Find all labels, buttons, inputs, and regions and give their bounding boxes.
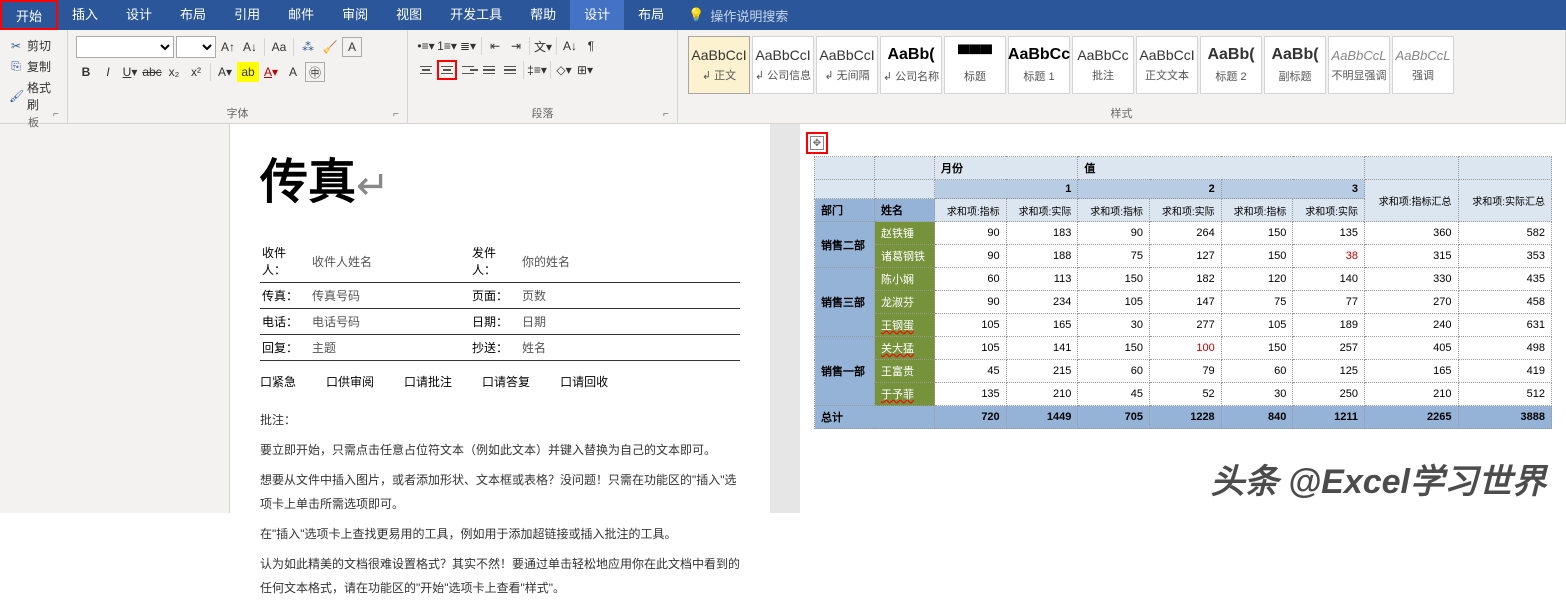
align-right-button[interactable]	[458, 60, 478, 80]
char-shading-button[interactable]: A	[283, 62, 303, 82]
tab-table-design[interactable]: 设计	[570, 0, 624, 30]
tab-review[interactable]: 审阅	[328, 0, 382, 30]
cut-button[interactable]: ✂剪切	[6, 36, 61, 55]
fax-para-3: 在"插入"选项卡上查找更易用的工具，例如用于添加超链接或插入批注的工具。	[260, 522, 740, 546]
fax-body: 批注： 要立即开始，只需点击任意占位符文本（例如此文本）并键入替换为自己的文本即…	[260, 408, 740, 600]
shrink-font-button[interactable]: A↓	[240, 37, 260, 57]
tab-design[interactable]: 设计	[112, 0, 166, 30]
group-styles: AaBbCcI↲ 正文AaBbCcI↲ 公司信息AaBbCcI↲ 无间隔AaBb…	[678, 30, 1566, 123]
style-公司信息[interactable]: AaBbCcI↲ 公司信息	[752, 36, 814, 94]
copy-button[interactable]: ⎘复制	[6, 57, 61, 76]
asian-layout-button[interactable]: 文▾	[533, 36, 553, 56]
note-label: 批注：	[260, 413, 296, 427]
sort-button[interactable]: A↓	[560, 36, 580, 56]
borders-button[interactable]: ⊞▾	[575, 60, 595, 80]
move-icon: ✥	[810, 136, 824, 150]
cursor-icon: ↵	[356, 163, 390, 209]
document-area: 传真 ↵ 收件人：收件人姓名发件人：你的姓名传真：传真号码页面：页数电话：电话号…	[0, 124, 1566, 513]
tab-home[interactable]: 开始	[0, 0, 58, 30]
bold-button[interactable]: B	[76, 62, 96, 82]
style-强调[interactable]: AaBbCcL强调	[1392, 36, 1454, 94]
clipboard-launcher[interactable]: ⌐	[53, 109, 65, 121]
font-family-select[interactable]	[76, 36, 174, 58]
subscript-button[interactable]: x₂	[164, 62, 184, 82]
change-case-button[interactable]: Aa	[269, 37, 289, 57]
tab-help[interactable]: 帮助	[516, 0, 570, 30]
fax-para-2: 想要从文件中插入图片，或者添加形状、文本框或表格？没问题！只需在功能区的"插入"…	[260, 468, 740, 516]
group-font: A↑ A↓ Aa ⁂ 🧹 A B I U▾ abc x₂ x² A▾ ab A▾	[68, 30, 408, 123]
tab-mailings[interactable]: 邮件	[274, 0, 328, 30]
align-justify-button[interactable]	[479, 60, 499, 80]
paragraph-label: 段落	[414, 105, 671, 121]
left-panel	[0, 124, 230, 513]
paragraph-launcher[interactable]: ⌐	[663, 109, 675, 121]
phonetic-button[interactable]: ⁂	[298, 37, 318, 57]
search-placeholder: 操作说明搜索	[710, 6, 788, 25]
bulb-icon: 💡	[688, 7, 704, 23]
increase-indent-button[interactable]: ⇥	[506, 36, 526, 56]
styles-label: 样式	[684, 105, 1559, 121]
group-paragraph: •≡▾ 1≡▾ ≣▾ ⇤ ⇥ 文▾ A↓ ¶ ‡≡▾	[408, 30, 678, 123]
group-clipboard: ✂剪切 ⎘复制 🖌格式刷 板 ⌐	[0, 30, 68, 123]
enclose-char-button[interactable]: ㊥	[305, 62, 325, 82]
style-公司名称[interactable]: AaBb(↲ 公司名称	[880, 36, 942, 94]
style-标题[interactable]: ▀▀▀标题	[944, 36, 1006, 94]
multilevel-button[interactable]: ≣▾	[458, 36, 478, 56]
bullets-button[interactable]: •≡▾	[416, 36, 436, 56]
clear-format-button[interactable]: 🧹	[320, 37, 340, 57]
fax-header-table: 收件人：收件人姓名发件人：你的姓名传真：传真号码页面：页数电话：电话号码日期：日…	[260, 240, 740, 361]
font-label: 字体	[74, 105, 401, 121]
tab-layout[interactable]: 布局	[166, 0, 220, 30]
fax-para-1: 要立即开始，只需点击任意占位符文本（例如此文本）并键入替换为自己的文本即可。	[260, 438, 740, 462]
decrease-indent-button[interactable]: ⇤	[485, 36, 505, 56]
line-spacing-button[interactable]: ‡≡▾	[527, 60, 547, 80]
copy-icon: ⎘	[9, 59, 23, 74]
align-left-button[interactable]	[416, 60, 436, 80]
align-center-button[interactable]	[437, 60, 457, 80]
highlight-button[interactable]: ab	[237, 62, 259, 82]
font-color-button[interactable]: A▾	[261, 62, 281, 82]
style-无间隔[interactable]: AaBbCcI↲ 无间隔	[816, 36, 878, 94]
font-size-select[interactable]	[176, 36, 216, 58]
style-标题 1[interactable]: AaBbCc标题 1	[1008, 36, 1070, 94]
style-批注[interactable]: AaBbCc批注	[1072, 36, 1134, 94]
grow-font-button[interactable]: A↑	[218, 37, 238, 57]
underline-button[interactable]: U▾	[120, 62, 140, 82]
style-副标题[interactable]: AaBb(副标题	[1264, 36, 1326, 94]
scissors-icon: ✂	[9, 39, 23, 53]
watermark: 头条 @Excel学习世界	[1211, 454, 1546, 503]
style-不明显强调[interactable]: AaBbCcL不明显强调	[1328, 36, 1390, 94]
ribbon-content: ✂剪切 ⎘复制 🖌格式刷 板 ⌐ A↑ A↓ Aa ⁂ 🧹 A B I	[0, 30, 1566, 124]
align-distribute-button[interactable]	[500, 60, 520, 80]
fax-para-4: 认为如此精美的文档很难设置格式？其实不然！要通过单击轻松地应用你在此文档中看到的…	[260, 552, 740, 600]
tab-insert[interactable]: 插入	[58, 0, 112, 30]
char-border-button[interactable]: A	[342, 37, 362, 57]
style-标题 2[interactable]: AaBb(标题 2	[1200, 36, 1262, 94]
pivot-table[interactable]: 月份值123求和项:指标汇总求和项:实际汇总部门姓名求和项:指标求和项:实际求和…	[814, 156, 1552, 429]
style-正文[interactable]: AaBbCcI↲ 正文	[688, 36, 750, 94]
tell-me-search[interactable]: 💡 操作说明搜索	[688, 6, 788, 25]
show-marks-button[interactable]: ¶	[581, 36, 601, 56]
fax-document[interactable]: 传真 ↵ 收件人：收件人姓名发件人：你的姓名传真：传真号码页面：页数电话：电话号…	[230, 124, 770, 513]
table-move-handle[interactable]: ✥	[806, 132, 828, 154]
tab-references[interactable]: 引用	[220, 0, 274, 30]
italic-button[interactable]: I	[98, 62, 118, 82]
data-document[interactable]: ✥ 月份值123求和项:指标汇总求和项:实际汇总部门姓名求和项:指标求和项:实际…	[800, 124, 1566, 513]
text-effects-button[interactable]: A▾	[215, 62, 235, 82]
fax-title: 传真	[260, 142, 356, 212]
style-正文文本[interactable]: AaBbCcI正文文本	[1136, 36, 1198, 94]
numbering-button[interactable]: 1≡▾	[437, 36, 457, 56]
ribbon-tabs: 开始 插入 设计 布局 引用 邮件 审阅 视图 开发工具 帮助 设计 布局 💡 …	[0, 0, 1566, 30]
tab-table-layout[interactable]: 布局	[624, 0, 678, 30]
shading-button[interactable]: ◇▾	[554, 60, 574, 80]
strike-button[interactable]: abc	[142, 62, 162, 82]
tab-developer[interactable]: 开发工具	[436, 0, 516, 30]
font-launcher[interactable]: ⌐	[393, 109, 405, 121]
fax-checkboxes: 口紧急口供审阅口请批注口请答复口请回收	[260, 373, 740, 390]
superscript-button[interactable]: x²	[186, 62, 206, 82]
tab-view[interactable]: 视图	[382, 0, 436, 30]
brush-icon: 🖌	[9, 89, 23, 103]
